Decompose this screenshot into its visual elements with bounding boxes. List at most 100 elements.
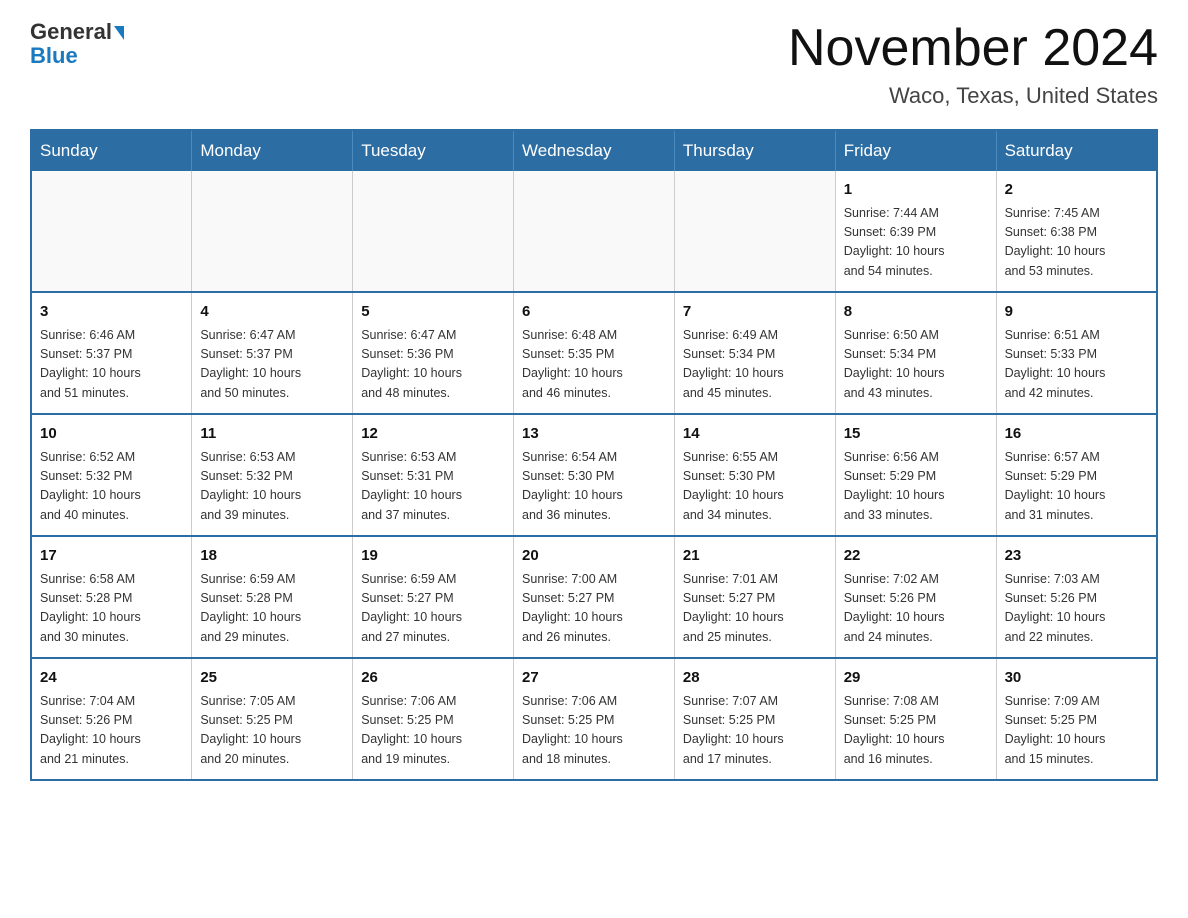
day-info: Sunrise: 7:06 AMSunset: 5:25 PMDaylight:… <box>361 692 505 770</box>
day-info: Sunrise: 7:09 AMSunset: 5:25 PMDaylight:… <box>1005 692 1148 770</box>
location-title: Waco, Texas, United States <box>788 83 1158 109</box>
day-info: Sunrise: 6:52 AMSunset: 5:32 PMDaylight:… <box>40 448 183 526</box>
day-info: Sunrise: 7:06 AMSunset: 5:25 PMDaylight:… <box>522 692 666 770</box>
day-info: Sunrise: 6:49 AMSunset: 5:34 PMDaylight:… <box>683 326 827 404</box>
calendar-cell: 19Sunrise: 6:59 AMSunset: 5:27 PMDayligh… <box>353 536 514 658</box>
day-info: Sunrise: 7:00 AMSunset: 5:27 PMDaylight:… <box>522 570 666 648</box>
calendar-cell: 11Sunrise: 6:53 AMSunset: 5:32 PMDayligh… <box>192 414 353 536</box>
calendar-cell: 12Sunrise: 6:53 AMSunset: 5:31 PMDayligh… <box>353 414 514 536</box>
day-info: Sunrise: 7:01 AMSunset: 5:27 PMDaylight:… <box>683 570 827 648</box>
calendar-cell: 6Sunrise: 6:48 AMSunset: 5:35 PMDaylight… <box>514 292 675 414</box>
calendar-cell: 25Sunrise: 7:05 AMSunset: 5:25 PMDayligh… <box>192 658 353 780</box>
day-number: 2 <box>1005 179 1148 202</box>
week-row-2: 3Sunrise: 6:46 AMSunset: 5:37 PMDaylight… <box>31 292 1157 414</box>
title-area: November 2024 Waco, Texas, United States <box>788 20 1158 109</box>
day-number: 10 <box>40 423 183 446</box>
calendar-cell: 2Sunrise: 7:45 AMSunset: 6:38 PMDaylight… <box>996 171 1157 292</box>
calendar-cell: 10Sunrise: 6:52 AMSunset: 5:32 PMDayligh… <box>31 414 192 536</box>
calendar-cell: 24Sunrise: 7:04 AMSunset: 5:26 PMDayligh… <box>31 658 192 780</box>
calendar-cell: 13Sunrise: 6:54 AMSunset: 5:30 PMDayligh… <box>514 414 675 536</box>
day-info: Sunrise: 7:45 AMSunset: 6:38 PMDaylight:… <box>1005 204 1148 282</box>
day-number: 4 <box>200 301 344 324</box>
day-number: 1 <box>844 179 988 202</box>
day-info: Sunrise: 7:03 AMSunset: 5:26 PMDaylight:… <box>1005 570 1148 648</box>
day-number: 16 <box>1005 423 1148 446</box>
calendar-cell: 29Sunrise: 7:08 AMSunset: 5:25 PMDayligh… <box>835 658 996 780</box>
day-number: 9 <box>1005 301 1148 324</box>
logo-triangle-icon <box>114 26 124 40</box>
day-number: 25 <box>200 667 344 690</box>
day-info: Sunrise: 7:44 AMSunset: 6:39 PMDaylight:… <box>844 204 988 282</box>
day-info: Sunrise: 6:58 AMSunset: 5:28 PMDaylight:… <box>40 570 183 648</box>
week-row-3: 10Sunrise: 6:52 AMSunset: 5:32 PMDayligh… <box>31 414 1157 536</box>
day-info: Sunrise: 6:56 AMSunset: 5:29 PMDaylight:… <box>844 448 988 526</box>
month-title: November 2024 <box>788 20 1158 77</box>
day-number: 19 <box>361 545 505 568</box>
calendar-cell: 9Sunrise: 6:51 AMSunset: 5:33 PMDaylight… <box>996 292 1157 414</box>
day-info: Sunrise: 6:59 AMSunset: 5:28 PMDaylight:… <box>200 570 344 648</box>
day-number: 5 <box>361 301 505 324</box>
day-info: Sunrise: 7:04 AMSunset: 5:26 PMDaylight:… <box>40 692 183 770</box>
calendar-cell: 15Sunrise: 6:56 AMSunset: 5:29 PMDayligh… <box>835 414 996 536</box>
day-number: 14 <box>683 423 827 446</box>
calendar-cell <box>674 171 835 292</box>
day-number: 29 <box>844 667 988 690</box>
weekday-header-wednesday: Wednesday <box>514 130 675 171</box>
calendar-cell: 27Sunrise: 7:06 AMSunset: 5:25 PMDayligh… <box>514 658 675 780</box>
day-number: 13 <box>522 423 666 446</box>
calendar-cell <box>514 171 675 292</box>
day-number: 24 <box>40 667 183 690</box>
week-row-5: 24Sunrise: 7:04 AMSunset: 5:26 PMDayligh… <box>31 658 1157 780</box>
calendar-cell: 26Sunrise: 7:06 AMSunset: 5:25 PMDayligh… <box>353 658 514 780</box>
weekday-header-sunday: Sunday <box>31 130 192 171</box>
day-number: 21 <box>683 545 827 568</box>
day-number: 27 <box>522 667 666 690</box>
calendar-cell: 7Sunrise: 6:49 AMSunset: 5:34 PMDaylight… <box>674 292 835 414</box>
calendar-cell: 8Sunrise: 6:50 AMSunset: 5:34 PMDaylight… <box>835 292 996 414</box>
calendar-cell <box>353 171 514 292</box>
day-number: 28 <box>683 667 827 690</box>
day-number: 22 <box>844 545 988 568</box>
weekday-header-monday: Monday <box>192 130 353 171</box>
calendar-cell <box>31 171 192 292</box>
logo-text: General Blue <box>30 20 124 68</box>
calendar-cell: 3Sunrise: 6:46 AMSunset: 5:37 PMDaylight… <box>31 292 192 414</box>
calendar-cell: 18Sunrise: 6:59 AMSunset: 5:28 PMDayligh… <box>192 536 353 658</box>
calendar-cell: 14Sunrise: 6:55 AMSunset: 5:30 PMDayligh… <box>674 414 835 536</box>
day-info: Sunrise: 6:46 AMSunset: 5:37 PMDaylight:… <box>40 326 183 404</box>
week-row-1: 1Sunrise: 7:44 AMSunset: 6:39 PMDaylight… <box>31 171 1157 292</box>
weekday-header-friday: Friday <box>835 130 996 171</box>
day-info: Sunrise: 6:53 AMSunset: 5:32 PMDaylight:… <box>200 448 344 526</box>
day-info: Sunrise: 7:08 AMSunset: 5:25 PMDaylight:… <box>844 692 988 770</box>
day-number: 11 <box>200 423 344 446</box>
day-number: 26 <box>361 667 505 690</box>
calendar-cell: 30Sunrise: 7:09 AMSunset: 5:25 PMDayligh… <box>996 658 1157 780</box>
day-info: Sunrise: 6:57 AMSunset: 5:29 PMDaylight:… <box>1005 448 1148 526</box>
day-number: 8 <box>844 301 988 324</box>
logo-blue-text: Blue <box>30 43 78 68</box>
day-number: 7 <box>683 301 827 324</box>
calendar-cell: 1Sunrise: 7:44 AMSunset: 6:39 PMDaylight… <box>835 171 996 292</box>
page-header: General Blue November 2024 Waco, Texas, … <box>30 20 1158 109</box>
calendar-cell: 4Sunrise: 6:47 AMSunset: 5:37 PMDaylight… <box>192 292 353 414</box>
day-info: Sunrise: 6:54 AMSunset: 5:30 PMDaylight:… <box>522 448 666 526</box>
day-number: 20 <box>522 545 666 568</box>
day-info: Sunrise: 6:47 AMSunset: 5:36 PMDaylight:… <box>361 326 505 404</box>
day-info: Sunrise: 6:50 AMSunset: 5:34 PMDaylight:… <box>844 326 988 404</box>
day-info: Sunrise: 6:53 AMSunset: 5:31 PMDaylight:… <box>361 448 505 526</box>
calendar-cell: 16Sunrise: 6:57 AMSunset: 5:29 PMDayligh… <box>996 414 1157 536</box>
weekday-header-saturday: Saturday <box>996 130 1157 171</box>
day-info: Sunrise: 6:59 AMSunset: 5:27 PMDaylight:… <box>361 570 505 648</box>
day-number: 17 <box>40 545 183 568</box>
day-info: Sunrise: 6:51 AMSunset: 5:33 PMDaylight:… <box>1005 326 1148 404</box>
week-row-4: 17Sunrise: 6:58 AMSunset: 5:28 PMDayligh… <box>31 536 1157 658</box>
day-info: Sunrise: 7:05 AMSunset: 5:25 PMDaylight:… <box>200 692 344 770</box>
calendar-cell: 22Sunrise: 7:02 AMSunset: 5:26 PMDayligh… <box>835 536 996 658</box>
day-number: 18 <box>200 545 344 568</box>
weekday-header-thursday: Thursday <box>674 130 835 171</box>
day-info: Sunrise: 6:55 AMSunset: 5:30 PMDaylight:… <box>683 448 827 526</box>
day-number: 23 <box>1005 545 1148 568</box>
weekday-header-row: SundayMondayTuesdayWednesdayThursdayFrid… <box>31 130 1157 171</box>
calendar-cell: 20Sunrise: 7:00 AMSunset: 5:27 PMDayligh… <box>514 536 675 658</box>
day-info: Sunrise: 7:07 AMSunset: 5:25 PMDaylight:… <box>683 692 827 770</box>
